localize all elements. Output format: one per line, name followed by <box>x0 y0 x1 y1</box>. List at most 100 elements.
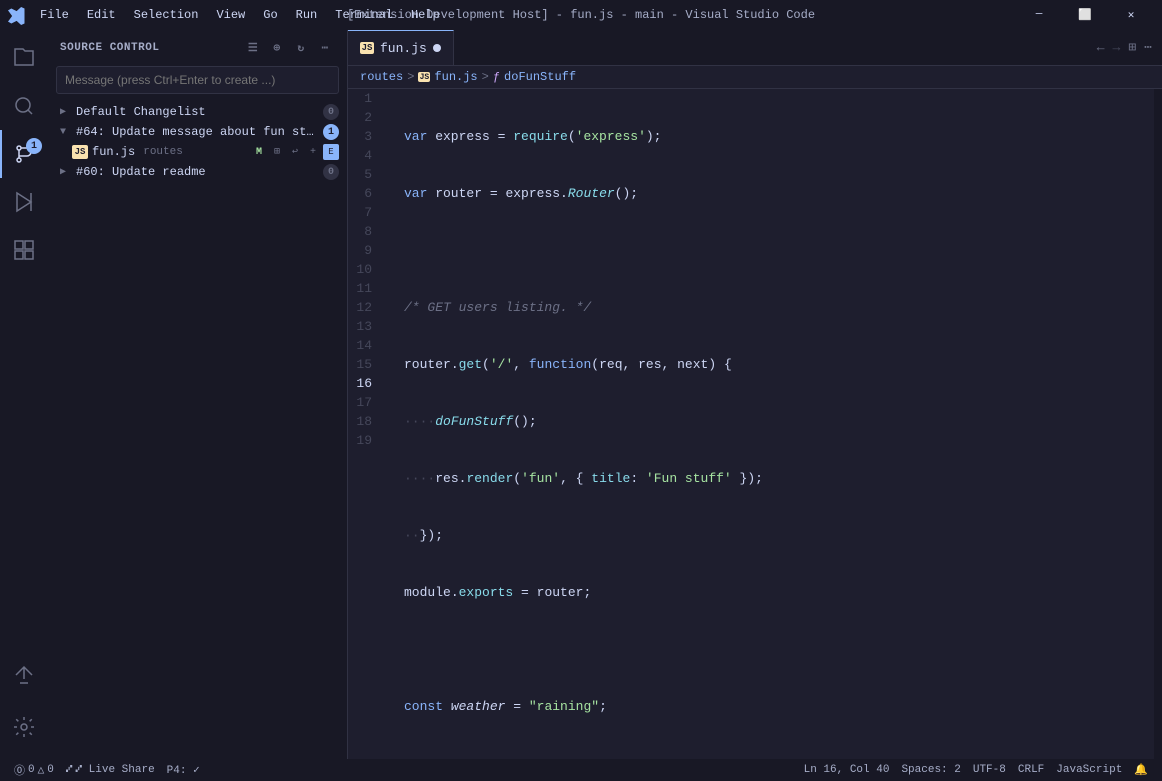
sidebar-icon-more[interactable]: ⋯ <box>315 38 335 58</box>
spaces-label: Spaces: 2 <box>901 764 960 776</box>
file-action-open-file[interactable]: ⊞ <box>269 144 285 160</box>
changelist-60[interactable]: ▶ #60: Update readme 0 <box>48 162 347 182</box>
cursor-position-label: Ln 16, Col 40 <box>804 764 890 776</box>
status-bar-left: ⓪ 0 △ 0 ⑇ ⑇ Live Share P4: ✓ <box>8 759 206 781</box>
chevron-icon: ▼ <box>60 127 72 138</box>
liveshare-label: ⑇ Live Share <box>75 764 154 776</box>
navigate-forward-button[interactable]: → <box>1111 38 1123 57</box>
sidebar-icon-branch[interactable]: ⊕ <box>267 38 287 58</box>
p4-label: P4: ✓ <box>167 763 200 777</box>
tab-bar: JS fun.js ← → ⊞ ⋯ <box>348 30 1162 66</box>
activity-run[interactable] <box>0 178 48 226</box>
menu-selection[interactable]: Selection <box>126 6 207 24</box>
tab-funjs[interactable]: JS fun.js <box>348 30 454 65</box>
changelist-default-label: Default Changelist <box>76 105 206 119</box>
warning-icon: △ <box>38 763 45 777</box>
line-num-17: 17 <box>348 393 384 412</box>
line-num-5: 5 <box>348 165 384 184</box>
modified-indicator <box>433 44 441 52</box>
notifications-icon: 🔔 <box>1134 763 1148 777</box>
file-path: routes <box>143 146 183 158</box>
activity-liveshare[interactable] <box>0 655 48 703</box>
code-line-7: ····res.render('fun', { title: 'Fun stuf… <box>404 469 1154 488</box>
line-num-2: 2 <box>348 108 384 127</box>
status-p4[interactable]: P4: ✓ <box>161 759 206 781</box>
sidebar-icon-list[interactable]: ☰ <box>243 38 263 58</box>
changelist-64[interactable]: ▼ #64: Update message about fun st... 1 <box>48 122 347 142</box>
line-num-14: 14 <box>348 336 384 355</box>
status-language[interactable]: JavaScript <box>1050 759 1128 781</box>
file-actions: M ⊞ ↩ + E <box>251 144 339 160</box>
code-line-12 <box>404 754 1154 759</box>
status-liveshare[interactable]: ⑇ ⑇ Live Share <box>60 759 161 781</box>
breadcrumb-routes[interactable]: routes <box>360 70 403 84</box>
line-num-12: 12 <box>348 298 384 317</box>
minimize-button[interactable]: ─ <box>1016 0 1062 30</box>
breadcrumb-file[interactable]: fun.js <box>434 70 477 84</box>
encoding-label: UTF-8 <box>973 764 1006 776</box>
status-encoding[interactable]: UTF-8 <box>967 759 1012 781</box>
status-spaces[interactable]: Spaces: 2 <box>895 759 966 781</box>
sidebar-header-icons: ☰ ⊕ ↻ ⋯ <box>243 38 335 58</box>
activity-explorer[interactable] <box>0 34 48 82</box>
line-num-10: 10 <box>348 260 384 279</box>
activity-search[interactable] <box>0 82 48 130</box>
sidebar-icon-refresh[interactable]: ↻ <box>291 38 311 58</box>
file-action-extra[interactable]: E <box>323 144 339 160</box>
changelist-default[interactable]: ▶ Default Changelist 0 <box>48 102 347 122</box>
code-editor[interactable]: 1 2 3 4 5 6 7 8 9 10 11 12 13 14 15 16 1… <box>348 89 1162 759</box>
breadcrumb-func-icon: ƒ <box>493 70 500 84</box>
code-line-6: ····doFunStuff(); <box>404 412 1154 431</box>
maximize-button[interactable]: ⬜ <box>1062 0 1108 30</box>
file-entry-funjs[interactable]: JS fun.js routes M ⊞ ↩ + E <box>48 142 347 162</box>
code-line-4: /* GET users listing. */ <box>404 298 1154 317</box>
close-button[interactable]: ✕ <box>1108 0 1154 30</box>
window-title: [Extension Development Host] - fun.js - … <box>347 8 815 22</box>
code-line-11: const weather = "raining"; <box>404 697 1154 716</box>
status-bar: ⓪ 0 △ 0 ⑇ ⑇ Live Share P4: ✓ Ln 16, Col … <box>0 759 1162 781</box>
activity-extensions[interactable] <box>0 226 48 274</box>
status-errors[interactable]: ⓪ 0 △ 0 <box>8 759 60 781</box>
menu-view[interactable]: View <box>208 6 253 24</box>
code-line-10 <box>404 640 1154 659</box>
file-action-open[interactable]: M <box>251 144 267 160</box>
main-content: 1 Source Control <box>0 30 1162 759</box>
tabs-right-actions: ← → ⊞ ⋯ <box>1087 30 1162 65</box>
line-num-8: 8 <box>348 222 384 241</box>
breadcrumb-js-icon: JS <box>418 72 430 82</box>
window-controls: ─ ⬜ ✕ <box>1016 0 1154 30</box>
code-line-1: var express = require('express'); <box>404 127 1154 146</box>
breadcrumb-sep-2: > <box>482 70 489 84</box>
menu-run[interactable]: Run <box>288 6 326 24</box>
activity-settings[interactable] <box>0 703 48 751</box>
sidebar-title: Source Control ☰ ⊕ ↻ ⋯ <box>48 30 347 66</box>
minimap <box>1154 89 1162 759</box>
file-action-stage[interactable]: + <box>305 144 321 160</box>
code-content[interactable]: var express = require('express'); var ro… <box>396 89 1154 759</box>
error-count: 0 <box>28 764 35 776</box>
activity-bar: 1 <box>0 30 48 759</box>
menu-edit[interactable]: Edit <box>79 6 124 24</box>
more-actions-button[interactable]: ⋯ <box>1142 38 1154 57</box>
line-num-11: 11 <box>348 279 384 298</box>
language-label: JavaScript <box>1056 764 1122 776</box>
file-action-discard[interactable]: ↩ <box>287 144 303 160</box>
code-line-3 <box>404 241 1154 260</box>
line-num-16: 16 <box>348 374 384 393</box>
navigate-back-button[interactable]: ← <box>1095 38 1107 57</box>
warning-count: 0 <box>47 764 54 776</box>
line-num-13: 13 <box>348 317 384 336</box>
activity-source-control[interactable]: 1 <box>0 130 48 178</box>
chevron-icon: ▶ <box>60 166 72 178</box>
menu-file[interactable]: File <box>32 6 77 24</box>
status-notifications[interactable]: 🔔 <box>1128 759 1154 781</box>
commit-message-input[interactable] <box>56 66 339 94</box>
status-cursor-position[interactable]: Ln 16, Col 40 <box>798 759 896 781</box>
status-eol[interactable]: CRLF <box>1012 759 1050 781</box>
menu-go[interactable]: Go <box>255 6 285 24</box>
source-control-badge: 1 <box>26 138 42 154</box>
split-editor-button[interactable]: ⊞ <box>1126 38 1138 57</box>
changelist-60-label: #60: Update readme <box>76 165 319 179</box>
liveshare-icon: ⑇ <box>66 764 73 776</box>
breadcrumb-function[interactable]: doFunStuff <box>504 70 576 84</box>
